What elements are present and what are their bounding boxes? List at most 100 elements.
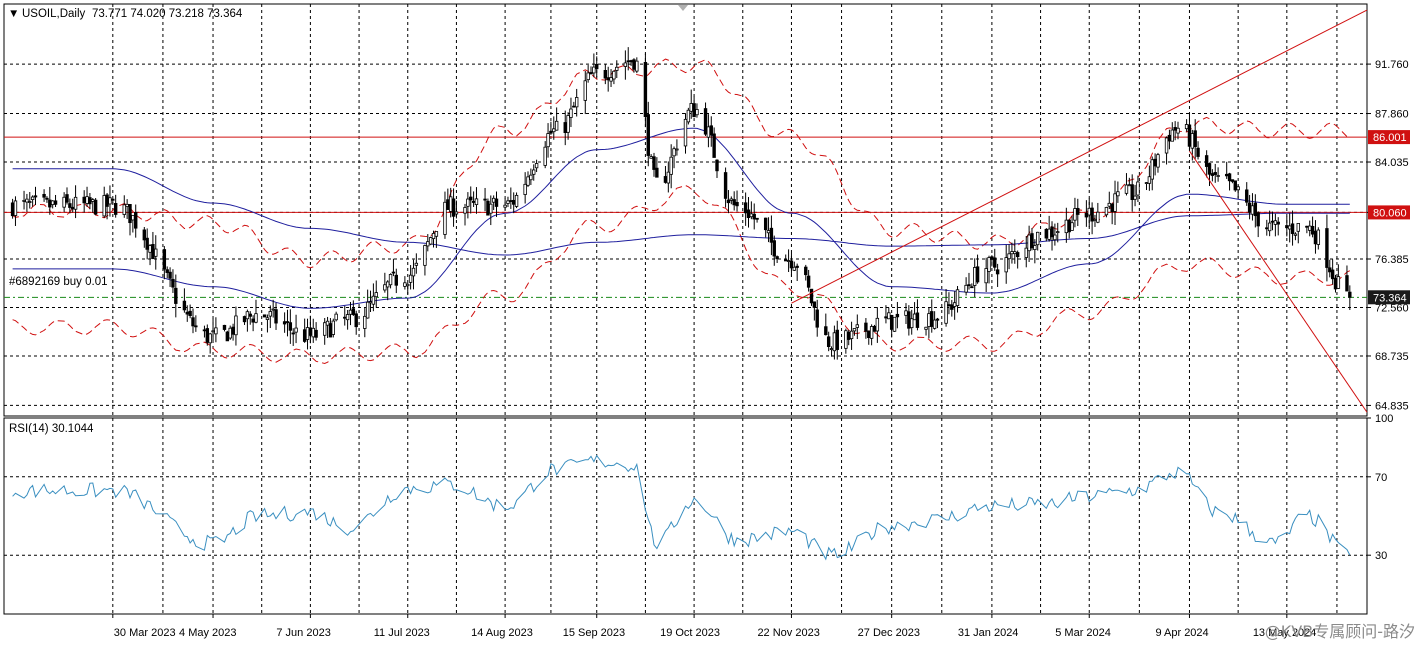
- candle-body: [852, 328, 857, 332]
- candle-body: [552, 128, 556, 133]
- candle[interactable]: [262, 314, 267, 318]
- candle-body: [706, 126, 711, 138]
- candle-body: [1156, 154, 1160, 168]
- candle[interactable]: [486, 198, 490, 216]
- candle[interactable]: [872, 324, 877, 332]
- candle-body: [970, 286, 974, 289]
- candle-body: [572, 105, 576, 108]
- candle-body: [242, 316, 247, 323]
- candle-body: [162, 249, 167, 270]
- candle-body: [1293, 233, 1298, 236]
- candle-body: [1230, 179, 1235, 182]
- candle-body: [154, 248, 158, 257]
- order-label[interactable]: #6892169 buy 0.01: [9, 276, 107, 288]
- candle-body: [1325, 228, 1329, 268]
- candle-body: [1308, 225, 1312, 231]
- candle-body: [663, 176, 668, 183]
- candle-body: [872, 325, 877, 332]
- candle-body: [804, 266, 808, 276]
- candle-body: [113, 203, 118, 215]
- candle[interactable]: [1233, 180, 1237, 192]
- candle-body: [749, 213, 754, 218]
- rsi-tick-label: 30: [1375, 550, 1387, 562]
- candle-body: [1193, 130, 1197, 147]
- candle-body: [91, 199, 95, 202]
- candle[interactable]: [93, 198, 98, 216]
- candle[interactable]: [225, 330, 230, 342]
- candle-body: [28, 201, 32, 203]
- candle-body: [1007, 253, 1011, 260]
- candle-body: [1236, 186, 1240, 191]
- candle-body: [325, 320, 330, 326]
- candle-body: [944, 301, 948, 324]
- candle-body: [1013, 251, 1017, 255]
- candle-body: [1127, 184, 1132, 187]
- chart-ohlc: 73.771 74.020 73.218 73.364: [92, 8, 243, 20]
- candle-body: [474, 198, 479, 206]
- candle-body: [271, 308, 275, 311]
- candle[interactable]: [643, 53, 648, 128]
- candle-body: [351, 308, 356, 315]
- candle-body: [268, 311, 273, 317]
- candle-body: [1330, 269, 1335, 280]
- candle-body: [1328, 267, 1332, 273]
- candle-body: [214, 327, 218, 335]
- level-price-label: 86.001: [1373, 132, 1407, 144]
- candle-body: [529, 174, 533, 181]
- candle-body: [666, 171, 671, 184]
- candle-body: [222, 324, 227, 330]
- candle-body: [967, 284, 971, 287]
- candle-body: [715, 159, 719, 172]
- candle-body: [354, 313, 358, 328]
- candle-body: [1164, 137, 1169, 154]
- candle-body: [1345, 275, 1349, 292]
- candle-body: [629, 60, 633, 63]
- candle-body: [225, 331, 230, 342]
- candle-body: [205, 328, 210, 343]
- candle-body: [1147, 176, 1152, 184]
- candle-body: [383, 284, 387, 291]
- candle-body: [1087, 207, 1091, 216]
- candle-body: [1036, 231, 1040, 246]
- candle-body: [50, 200, 55, 206]
- candle[interactable]: [428, 236, 433, 246]
- candle-body: [729, 198, 734, 201]
- candle-body: [523, 183, 527, 195]
- candle-body: [1213, 172, 1217, 175]
- candle-body: [489, 203, 493, 214]
- candle-body: [1290, 223, 1295, 234]
- candle[interactable]: [892, 316, 897, 332]
- candle-body: [208, 333, 212, 344]
- candle-body: [1173, 127, 1177, 131]
- candle-body: [612, 70, 616, 80]
- candle-body: [1064, 219, 1069, 234]
- candle-body: [374, 292, 378, 298]
- chart-header-arrow[interactable]: ▼: [8, 8, 19, 20]
- candle-body: [308, 327, 313, 336]
- candle-body: [655, 167, 659, 178]
- candle-body: [1333, 277, 1338, 290]
- candle[interactable]: [686, 107, 691, 125]
- candle-body: [595, 63, 599, 70]
- candle-body: [993, 257, 997, 268]
- candle-body: [1247, 202, 1252, 213]
- rsi-tick-label: 70: [1375, 472, 1387, 484]
- candle-body: [784, 259, 788, 262]
- candle-body: [331, 320, 335, 335]
- candle-body: [1116, 191, 1120, 197]
- time-tick-label: 22 Nov 2023: [757, 627, 819, 639]
- candle-body: [343, 316, 347, 319]
- candle-body: [889, 314, 894, 330]
- candle-body: [1313, 230, 1318, 245]
- candle-body: [145, 237, 149, 250]
- candle-body: [1044, 229, 1048, 239]
- candle-body: [1153, 158, 1157, 167]
- candle-body: [311, 327, 315, 338]
- candle-body: [554, 120, 559, 131]
- candle-body: [689, 103, 693, 112]
- candle-body: [864, 322, 868, 332]
- candle[interactable]: [331, 318, 335, 338]
- candle-body: [345, 314, 350, 321]
- candle-body: [73, 196, 78, 210]
- candle-body: [185, 311, 189, 315]
